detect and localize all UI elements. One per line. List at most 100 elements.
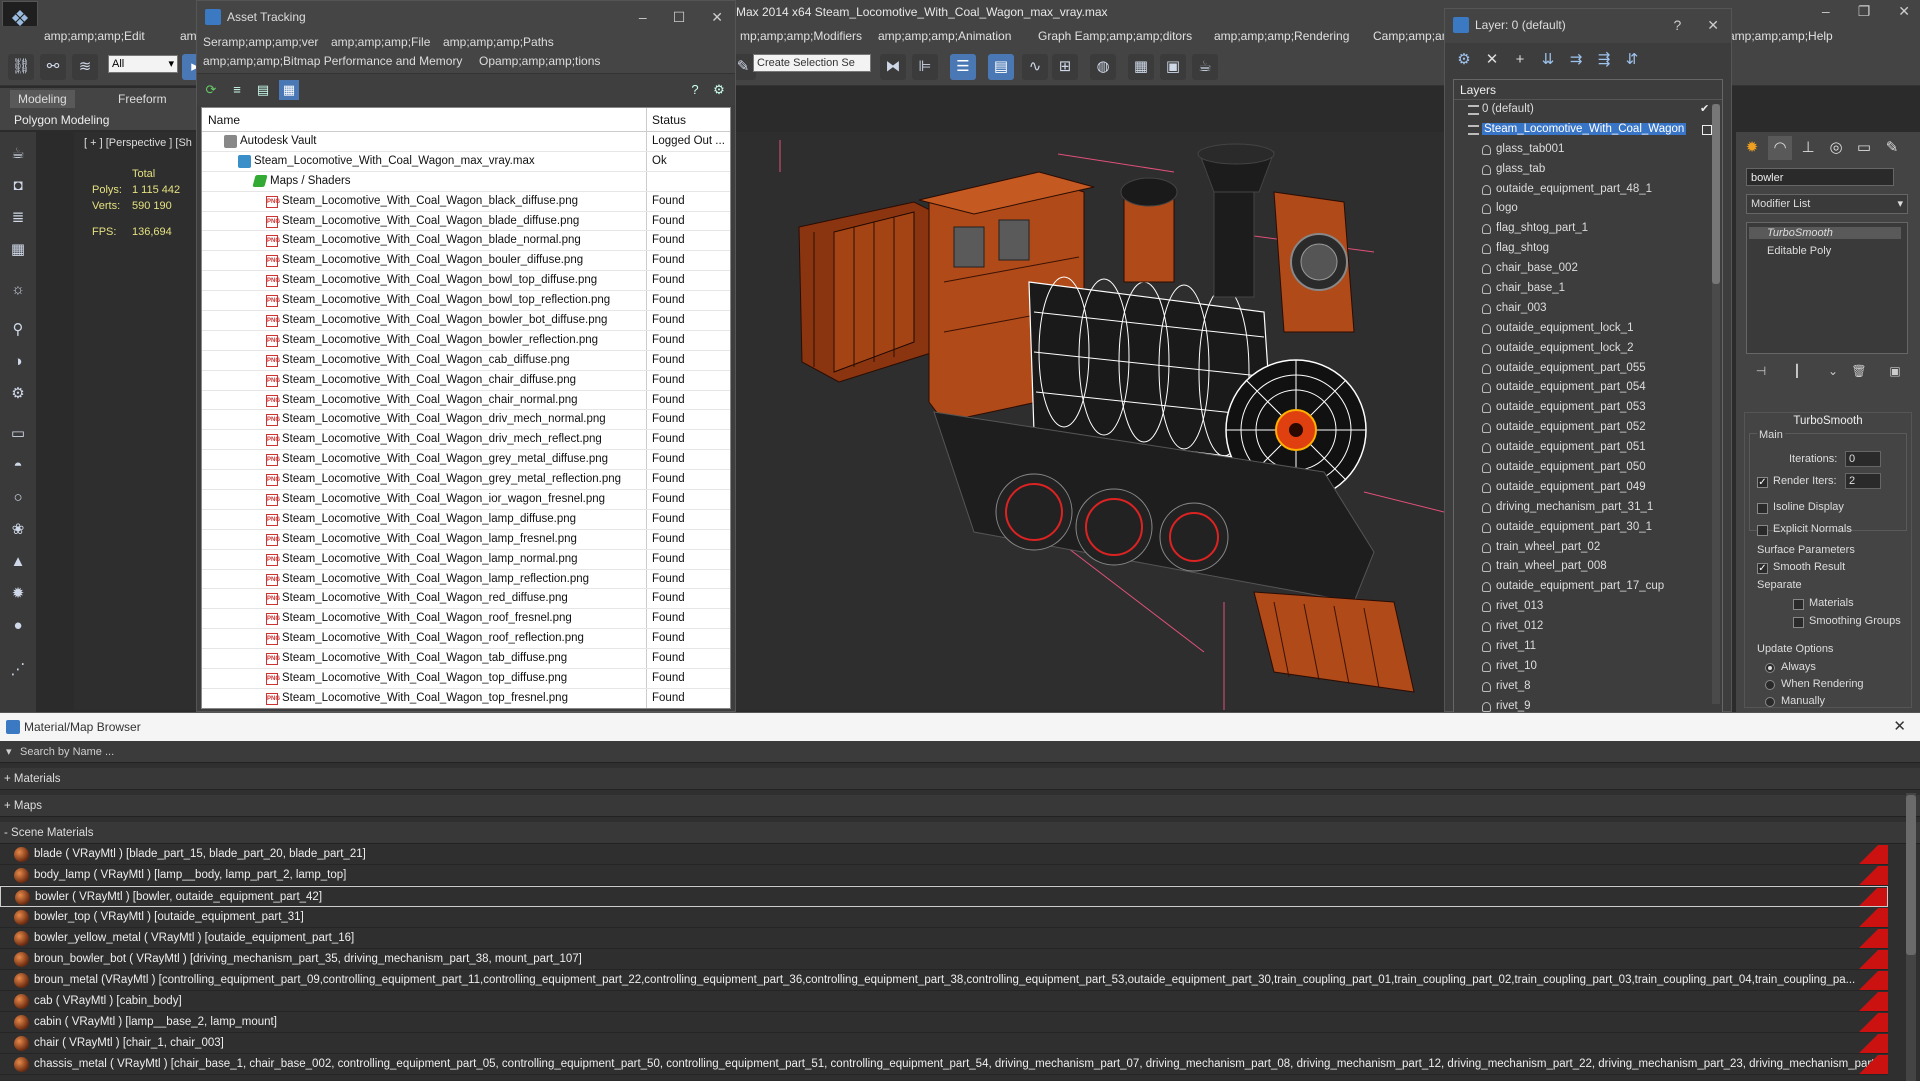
object-row[interactable]: rivet_8: [1454, 677, 1722, 697]
list-item[interactable]: chassis_metal ( VRayMtl ) [chair_base_1,…: [0, 1054, 1888, 1075]
layer-dialog-titlebar[interactable]: Layer: 0 (default) ? ✕: [1445, 9, 1731, 43]
object-row[interactable]: train_wheel_part_02: [1454, 538, 1722, 558]
tab-freeform[interactable]: Freeform: [110, 90, 175, 108]
object-row[interactable]: outaide_equipment_lock_1: [1454, 319, 1722, 339]
object-row[interactable]: outaide_equipment_part_050: [1454, 458, 1722, 478]
chevron-down-icon[interactable]: ▾: [6, 741, 12, 763]
menu-rendering[interactable]: amp;amp;amp;Rendering: [1214, 29, 1349, 43]
list-item[interactable]: cabin ( VRayMtl ) [lamp__base_2, lamp_mo…: [0, 1012, 1888, 1033]
table-row[interactable]: PNG Steam_Locomotive_With_Coal_Wagon_lamp…: [202, 530, 730, 550]
object-row[interactable]: rivet_013: [1454, 597, 1722, 617]
object-row[interactable]: chair_003: [1454, 299, 1722, 319]
display-tab-icon[interactable]: ▭: [1852, 136, 1876, 160]
menu-edit[interactable]: amp;amp;amp;Edit: [44, 29, 145, 43]
separate-materials-checkbox[interactable]: [1793, 599, 1804, 610]
help-icon[interactable]: ?: [1673, 9, 1681, 41]
object-row[interactable]: rivet_10: [1454, 657, 1722, 677]
object-row[interactable]: glass_tab: [1454, 160, 1722, 180]
object-row[interactable]: chair_base_002: [1454, 259, 1722, 279]
bind-space-warp-icon[interactable]: ≋: [72, 54, 98, 80]
menu-help[interactable]: amp;amp;amp;Help: [1728, 29, 1833, 43]
modify-tab-icon[interactable]: ◠: [1768, 136, 1792, 160]
list-item[interactable]: bowler ( VRayMtl ) [bowler, outaide_equi…: [0, 886, 1888, 907]
list-item[interactable]: broun_metal (VRayMtl ) [controlling_equi…: [0, 970, 1888, 991]
render-production-icon[interactable]: ☕: [1192, 54, 1218, 80]
material-editor-icon[interactable]: ◍: [1090, 54, 1116, 80]
tab-modeling[interactable]: Modeling: [10, 90, 75, 108]
teapot-icon[interactable]: ☕: [6, 142, 30, 166]
toggle-scene-explorer-icon[interactable]: ☰: [950, 54, 976, 80]
section-maps[interactable]: + Maps: [0, 795, 1920, 817]
render-iters-spinner[interactable]: 2: [1845, 473, 1881, 489]
table-row[interactable]: PNG Steam_Locomotive_With_Coal_Wagon_boul…: [202, 251, 730, 272]
layer-row[interactable]: Steam_Locomotive_With_Coal_Wagon: [1454, 120, 1722, 140]
geosphere-icon[interactable]: ●: [6, 614, 30, 638]
list-icon[interactable]: ≣: [6, 206, 30, 230]
restore-icon[interactable]: ❐: [1858, 3, 1871, 20]
menu-bitmap-performance[interactable]: amp;amp;amp;Bitmap Performance and Memor…: [203, 54, 462, 68]
menu-animation[interactable]: amp;amp;amp;Animation: [878, 29, 1011, 43]
close-icon[interactable]: ✕: [1707, 9, 1719, 41]
table-row[interactable]: PNG Steam_Locomotive_With_Coal_Wagon_driv…: [202, 410, 730, 431]
object-row[interactable]: outaide_equipment_part_30_1: [1454, 518, 1722, 538]
object-row[interactable]: driving_mechanism_part_31_1: [1454, 498, 1722, 518]
smooth-result-checkbox[interactable]: ✓: [1757, 563, 1768, 574]
update-manually-radio[interactable]: [1765, 697, 1775, 707]
menu-modifiers[interactable]: mp;amp;amp;Modifiers: [740, 29, 862, 43]
table-row[interactable]: PNG Steam_Locomotive_With_Coal_Wagon_roof…: [202, 629, 730, 650]
layers-column-header[interactable]: Layers: [1454, 80, 1722, 100]
render-iters-checkbox[interactable]: ✓: [1757, 477, 1768, 488]
update-when-rendering-radio[interactable]: [1765, 680, 1775, 690]
table-row[interactable]: PNG Steam_Locomotive_With_Coal_Wagon_bowl…: [202, 311, 730, 331]
object-row[interactable]: rivet_11: [1454, 637, 1722, 657]
layer-properties-icon[interactable]: ⇵: [1621, 49, 1643, 71]
layer-row[interactable]: 0 (default) ✔: [1454, 100, 1722, 120]
table-row[interactable]: PNG Steam_Locomotive_With_Coal_Wagon_chai…: [202, 371, 730, 391]
object-row[interactable]: train_wheel_part_008: [1454, 557, 1722, 577]
pin-stack-icon[interactable]: ⊣: [1752, 362, 1770, 380]
table-row[interactable]: PNG Steam_Locomotive_With_Coal_Wagon_bowl…: [202, 291, 730, 312]
toggle-layer-explorer-icon[interactable]: ▤: [988, 54, 1014, 80]
separate-smoothing-groups-checkbox[interactable]: [1793, 617, 1804, 628]
current-layer-check-icon[interactable]: ✔: [1700, 102, 1709, 115]
table-row[interactable]: PNG Steam_Locomotive_With_Coal_Wagon_lamp…: [202, 510, 730, 530]
asset-tracking-titlebar[interactable]: Asset Tracking – ☐ ✕: [197, 1, 735, 33]
object-row[interactable]: glass_tab001: [1454, 140, 1722, 160]
object-row[interactable]: outaide_equipment_part_052: [1454, 418, 1722, 438]
list-item[interactable]: cab ( VRayMtl ) [cabin_body]: [0, 991, 1888, 1012]
list-item[interactable]: broun_bowler_bot ( VRayMtl ) [driving_me…: [0, 949, 1888, 970]
create-layer-icon[interactable]: +: [1509, 49, 1531, 71]
table-row[interactable]: PNG Steam_Locomotive_With_Coal_Wagon_top_…: [202, 669, 730, 689]
table-row[interactable]: Maps / Shaders: [202, 172, 730, 192]
helper-icon[interactable]: ⚲: [6, 318, 30, 342]
menu-file[interactable]: amp;amp;amp;File: [331, 35, 430, 49]
spacewarp-icon[interactable]: ◑: [6, 350, 30, 374]
light-icon[interactable]: ☼: [6, 278, 30, 302]
table-row[interactable]: PNG Steam_Locomotive_With_Coal_Wagon_chai…: [202, 391, 730, 411]
object-row[interactable]: flag_shtog: [1454, 239, 1722, 259]
table-row[interactable]: PNG Steam_Locomotive_With_Coal_Wagon_red_…: [202, 589, 730, 610]
object-row[interactable]: chair_base_1: [1454, 279, 1722, 299]
align-icon[interactable]: ⊫: [912, 54, 938, 80]
object-row[interactable]: outaide_equipment_part_053: [1454, 398, 1722, 418]
close-icon[interactable]: ✕: [1898, 3, 1910, 20]
object-row[interactable]: outaide_equipment_part_054: [1454, 378, 1722, 398]
table-row[interactable]: PNG Steam_Locomotive_With_Coal_Wagon_blad…: [202, 212, 730, 232]
table-row[interactable]: PNG Steam_Locomotive_With_Coal_Wagon_blac…: [202, 192, 730, 212]
add-to-layer-icon[interactable]: ⇊: [1537, 49, 1559, 71]
ribbon-panel-polygon-modeling[interactable]: Polygon Modeling: [14, 113, 109, 127]
layer-settings-icon[interactable]: ⚙: [1453, 49, 1475, 71]
object-row[interactable]: outaide_equipment_part_049: [1454, 478, 1722, 498]
remove-modifier-icon[interactable]: 🗑: [1850, 362, 1868, 380]
settings-icon[interactable]: ⚙: [709, 80, 729, 100]
sun-icon[interactable]: ✹: [6, 582, 30, 606]
link-icon[interactable]: ⛓: [8, 54, 34, 80]
table-row[interactable]: PNG Steam_Locomotive_With_Coal_Wagon_grey…: [202, 470, 730, 491]
motion-tab-icon[interactable]: ◎: [1824, 136, 1848, 160]
table-row[interactable]: PNG Steam_Locomotive_With_Coal_Wagon_ior_…: [202, 490, 730, 510]
table-row[interactable]: PNG Steam_Locomotive_With_Coal_Wagon_roof…: [202, 609, 730, 630]
object-row[interactable]: rivet_012: [1454, 617, 1722, 637]
grid-icon[interactable]: ▦: [6, 238, 30, 262]
set-current-box-icon[interactable]: [1702, 124, 1712, 135]
delete-layer-icon[interactable]: ✕: [1481, 49, 1503, 71]
